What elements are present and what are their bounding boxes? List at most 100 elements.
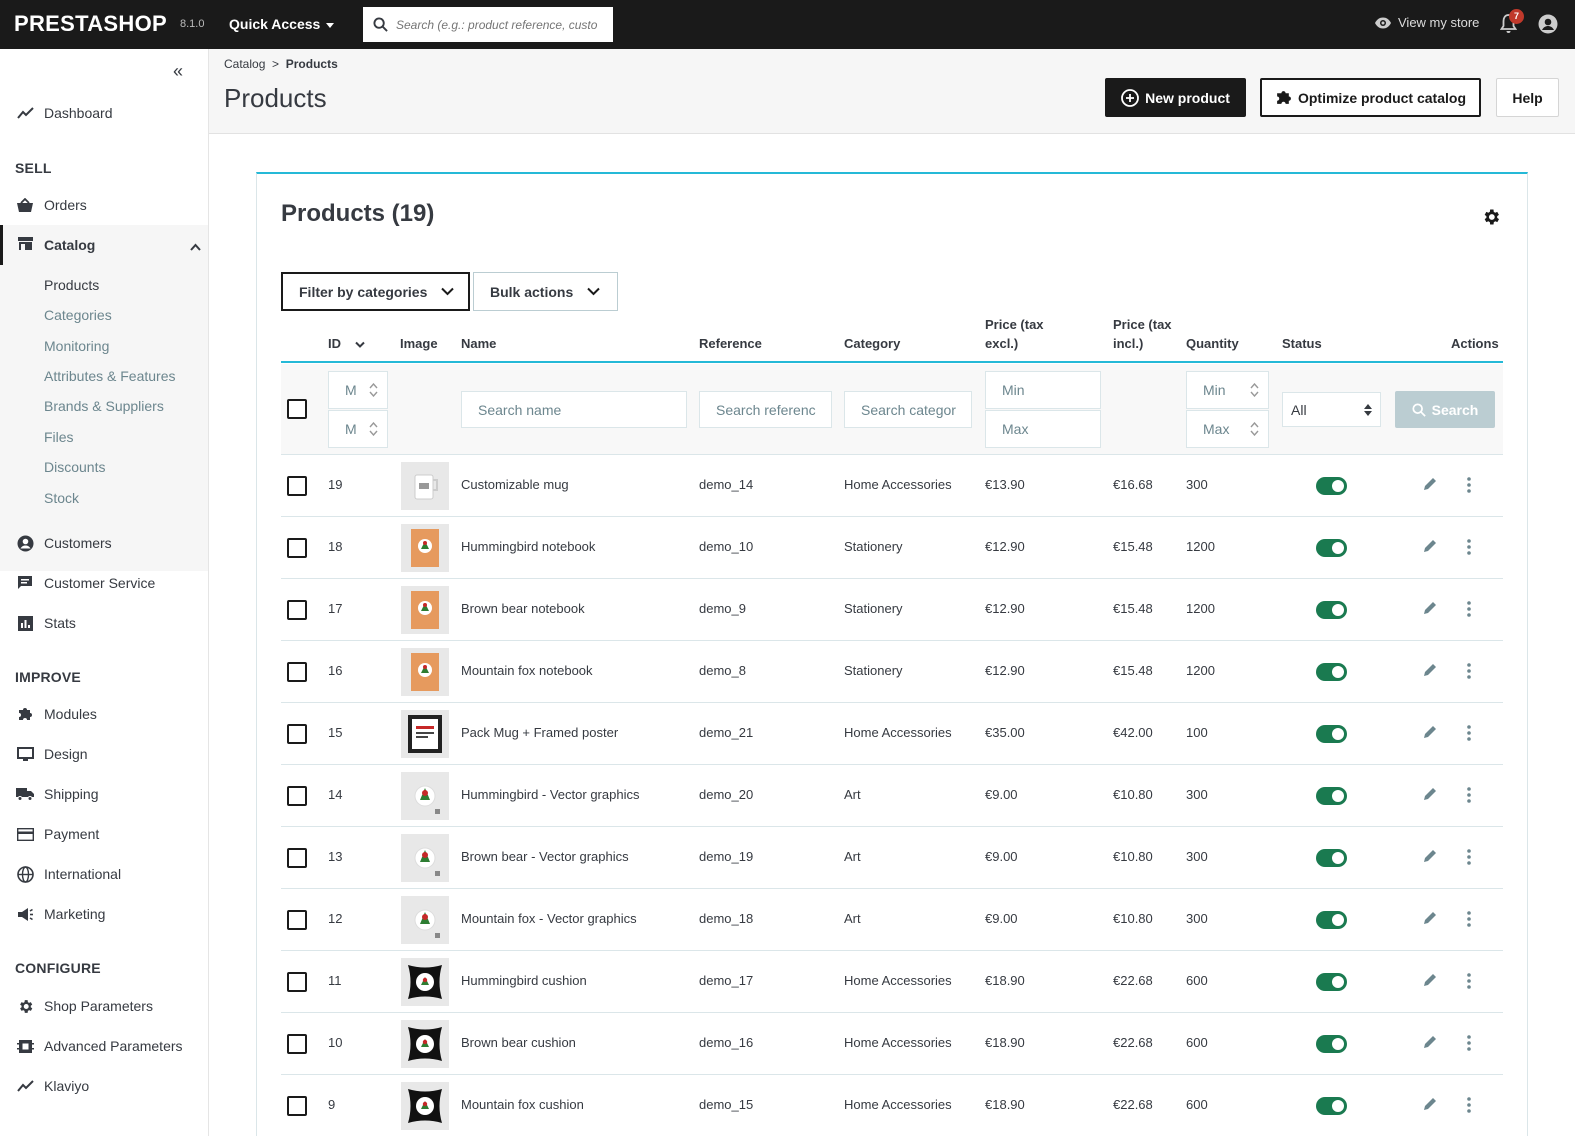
edit-pencil-icon[interactable] — [1422, 972, 1438, 991]
user-account-icon[interactable] — [1538, 14, 1558, 37]
sidebar-item-orders[interactable]: Orders — [16, 193, 87, 217]
quantity[interactable]: 300 — [1186, 849, 1208, 864]
row-checkbox[interactable] — [287, 972, 307, 992]
price-excl[interactable]: €18.90 — [985, 1097, 1025, 1112]
sidebar-item-modules[interactable]: Modules — [16, 702, 97, 726]
column-header-id[interactable]: ID — [328, 334, 365, 353]
sidebar-item-dashboard[interactable]: Dashboard — [16, 101, 113, 125]
product-name[interactable]: Brown bear - Vector graphics — [461, 849, 629, 864]
sidebar-subitem-discounts[interactable]: Discounts — [44, 459, 105, 475]
more-vertical-icon[interactable] — [1467, 787, 1471, 806]
gear-icon[interactable] — [1481, 207, 1501, 230]
status-toggle[interactable] — [1316, 849, 1347, 867]
product-name[interactable]: Brown bear notebook — [461, 601, 585, 616]
help-button[interactable]: Help — [1496, 78, 1559, 117]
spinner-icon[interactable] — [367, 420, 379, 438]
edit-pencil-icon[interactable] — [1422, 724, 1438, 743]
edit-pencil-icon[interactable] — [1422, 786, 1438, 805]
price-excl[interactable]: €12.90 — [985, 601, 1025, 616]
price-incl[interactable]: €10.80 — [1113, 849, 1153, 864]
product-thumbnail[interactable] — [401, 710, 449, 758]
status-toggle[interactable] — [1316, 725, 1347, 743]
sidebar-subitem-attributes[interactable]: Attributes & Features — [44, 368, 176, 384]
quantity[interactable]: 600 — [1186, 973, 1208, 988]
search-category-input[interactable]: Search categor — [844, 391, 972, 428]
edit-pencil-icon[interactable] — [1422, 600, 1438, 619]
product-thumbnail[interactable] — [401, 648, 449, 696]
more-vertical-icon[interactable] — [1467, 973, 1471, 992]
sidebar-subitem-files[interactable]: Files — [44, 429, 74, 445]
global-search-input[interactable] — [396, 17, 601, 32]
quantity[interactable]: 300 — [1186, 911, 1208, 926]
spinner-icon[interactable] — [1248, 420, 1260, 438]
price-excl[interactable]: €13.90 — [985, 477, 1025, 492]
price-incl[interactable]: €10.80 — [1113, 911, 1153, 926]
price-incl[interactable]: €22.68 — [1113, 1035, 1153, 1050]
price-incl[interactable]: €16.68 — [1113, 477, 1153, 492]
sidebar-item-shipping[interactable]: Shipping — [16, 782, 99, 806]
row-checkbox[interactable] — [287, 1096, 307, 1116]
price-excl[interactable]: €12.90 — [985, 539, 1025, 554]
column-header-reference[interactable]: Reference — [699, 334, 762, 353]
sidebar-item-shop-parameters[interactable]: Shop Parameters — [16, 994, 153, 1018]
search-reference-input[interactable]: Search referenc — [699, 391, 832, 428]
edit-pencil-icon[interactable] — [1422, 1034, 1438, 1053]
more-vertical-icon[interactable] — [1467, 477, 1471, 496]
product-name[interactable]: Mountain fox notebook — [461, 663, 593, 678]
search-name-input[interactable]: Search name — [461, 391, 687, 428]
product-thumbnail[interactable] — [401, 958, 449, 1006]
price-excl[interactable]: €9.00 — [985, 911, 1018, 926]
price-incl[interactable]: €15.48 — [1113, 601, 1153, 616]
sidebar-item-marketing[interactable]: Marketing — [16, 902, 105, 926]
spinner-icon[interactable] — [1248, 381, 1260, 399]
sidebar-item-international[interactable]: International — [16, 862, 121, 886]
product-thumbnail[interactable] — [401, 462, 449, 510]
product-thumbnail[interactable] — [401, 834, 449, 882]
product-thumbnail[interactable] — [401, 586, 449, 634]
sidebar-subitem-products[interactable]: Products — [44, 277, 99, 293]
edit-pencil-icon[interactable] — [1422, 910, 1438, 929]
price-incl[interactable]: €10.80 — [1113, 787, 1153, 802]
edit-pencil-icon[interactable] — [1422, 848, 1438, 867]
column-header-name[interactable]: Name — [461, 334, 496, 353]
product-name[interactable]: Mountain fox - Vector graphics — [461, 911, 637, 926]
price-excl[interactable]: €9.00 — [985, 787, 1018, 802]
row-checkbox[interactable] — [287, 600, 307, 620]
filter-by-categories-dropdown[interactable]: Filter by categories — [281, 272, 470, 311]
price-incl[interactable]: €15.48 — [1113, 539, 1153, 554]
breadcrumb-catalog[interactable]: Catalog — [224, 57, 265, 71]
sidebar-item-payment[interactable]: Payment — [16, 822, 99, 846]
id-min-input[interactable]: M — [328, 371, 388, 409]
product-thumbnail[interactable] — [401, 896, 449, 944]
product-name[interactable]: Hummingbird - Vector graphics — [461, 787, 639, 802]
sidebar-item-design[interactable]: Design — [16, 742, 88, 766]
quantity-min-input[interactable]: Min — [1186, 371, 1269, 409]
column-header-status[interactable]: Status — [1282, 334, 1322, 353]
price-max-input[interactable]: Max — [985, 410, 1101, 448]
sidebar-item-customers[interactable]: Customers — [16, 531, 112, 555]
quantity[interactable]: 1200 — [1186, 663, 1215, 678]
status-toggle[interactable] — [1316, 1035, 1347, 1053]
quantity[interactable]: 300 — [1186, 787, 1208, 802]
select-all-checkbox[interactable] — [287, 399, 307, 419]
more-vertical-icon[interactable] — [1467, 1097, 1471, 1116]
row-checkbox[interactable] — [287, 538, 307, 558]
product-thumbnail[interactable] — [401, 772, 449, 820]
global-search[interactable] — [363, 7, 613, 42]
column-header-category[interactable]: Category — [844, 334, 900, 353]
product-thumbnail[interactable] — [401, 524, 449, 572]
row-checkbox[interactable] — [287, 662, 307, 682]
price-excl[interactable]: €18.90 — [985, 1035, 1025, 1050]
product-thumbnail[interactable] — [401, 1020, 449, 1068]
product-name[interactable]: Customizable mug — [461, 477, 569, 492]
sidebar-subitem-categories[interactable]: Categories — [44, 307, 112, 323]
sidebar-item-klaviyo[interactable]: Klaviyo — [16, 1074, 89, 1098]
quantity[interactable]: 1200 — [1186, 601, 1215, 616]
more-vertical-icon[interactable] — [1467, 601, 1471, 620]
more-vertical-icon[interactable] — [1467, 911, 1471, 930]
more-vertical-icon[interactable] — [1467, 849, 1471, 868]
spinner-icon[interactable] — [367, 381, 379, 399]
sidebar-subitem-monitoring[interactable]: Monitoring — [44, 338, 109, 354]
new-product-button[interactable]: New product — [1105, 78, 1246, 117]
quantity-max-input[interactable]: Max — [1186, 410, 1269, 448]
